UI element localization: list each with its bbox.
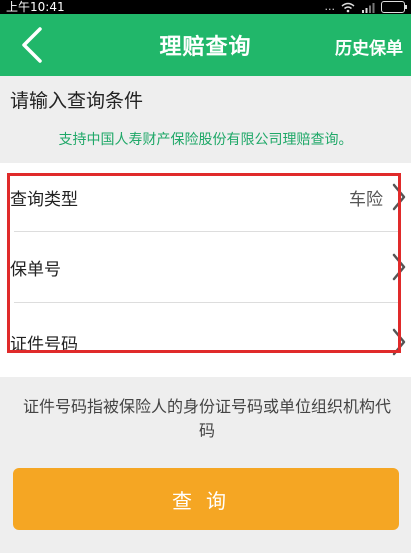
navigation-bar: 理赔查询 历史保单 [0,14,411,76]
signal-icon [362,2,375,13]
battery-icon [381,1,407,13]
section-title: 请输入查询条件 [10,90,144,112]
wifi-icon [341,2,355,12]
status-bar: 上午10:41 ... [0,0,411,14]
highlight-annotation-box [7,173,401,353]
status-time: 上午10:41 [6,0,65,14]
support-notice: 支持中国人寿财产保险股份有限公司理赔查询。 [58,132,353,148]
history-policy-button[interactable]: 历史保单 [335,34,403,59]
status-icons: ... [324,0,407,14]
id-number-hint: 证件号码指被保险人的身份证号码或单位组织机构代码 [22,397,391,440]
query-button[interactable]: 查询 [13,468,399,530]
status-dots: ... [324,0,336,13]
